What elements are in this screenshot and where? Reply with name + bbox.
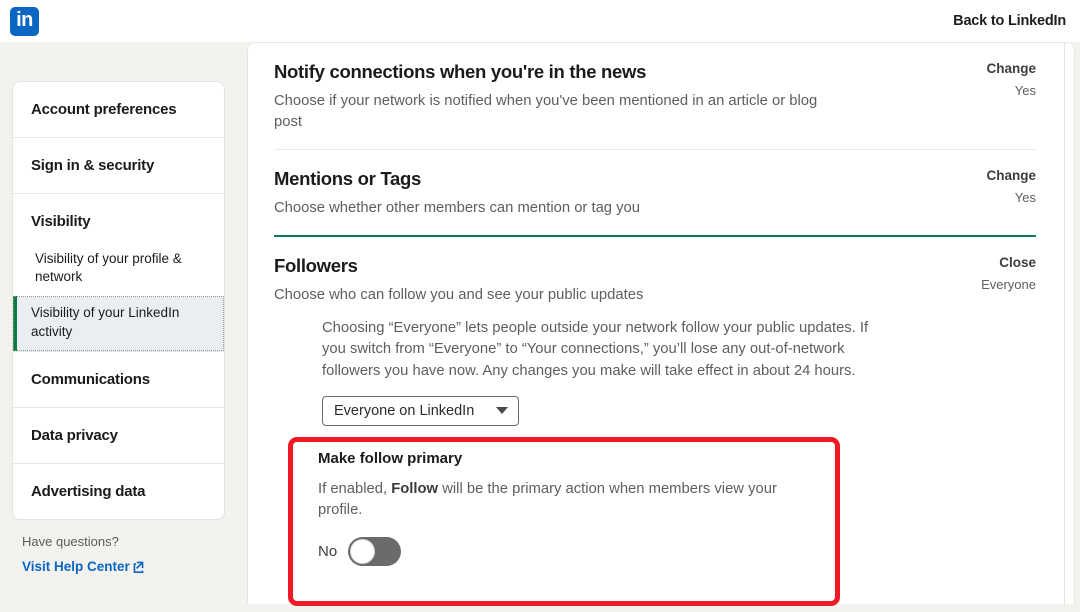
sidebar-item-visibility-linkedin-activity[interactable]: Visibility of your LinkedIn activity bbox=[13, 296, 224, 351]
followers-explanation: Choosing “Everyone” lets people outside … bbox=[322, 320, 869, 379]
back-to-linkedin-link[interactable]: Back to LinkedIn bbox=[953, 13, 1066, 29]
settings-page: in Back to LinkedIn Account preferences … bbox=[0, 0, 1080, 612]
sidebar-section-visibility: Visibility Visibility of your profile & … bbox=[13, 194, 224, 352]
sidebar-item-visibility-profile-network[interactable]: Visibility of your profile & network bbox=[13, 242, 224, 296]
sidebar-section-signin: Sign in & security bbox=[13, 138, 224, 194]
followers-expanded-panel: Choosing “Everyone” lets people outside … bbox=[274, 306, 1036, 426]
chevron-down-icon bbox=[496, 407, 509, 415]
toggle-state-label: No bbox=[318, 543, 338, 560]
followers-audience-selected-value: Everyone on LinkedIn bbox=[334, 402, 475, 419]
make-follow-primary-description: If enabled, Follow will be the primary a… bbox=[318, 479, 814, 521]
linkedin-logo-icon[interactable]: in bbox=[10, 6, 39, 36]
change-link[interactable]: Change bbox=[986, 61, 1036, 76]
toggle-knob bbox=[350, 539, 376, 564]
make-follow-primary-toggle[interactable] bbox=[348, 537, 402, 566]
settings-list: Notify connections when you're in the ne… bbox=[248, 43, 1066, 442]
setting-row-mentions-or-tags: Mentions or Tags Choose whether other me… bbox=[274, 150, 1036, 237]
sidebar-section-account: Account preferences bbox=[13, 82, 224, 138]
setting-value: Everyone bbox=[981, 277, 1036, 292]
sidebar-item-account-preferences[interactable]: Account preferences bbox=[13, 82, 224, 137]
setting-row-followers: Followers Choose who can follow you and … bbox=[274, 237, 1036, 442]
setting-title: Mentions or Tags bbox=[274, 168, 421, 189]
visit-help-center-label: Visit Help Center bbox=[22, 558, 130, 574]
make-follow-primary-title: Make follow primary bbox=[318, 450, 463, 467]
sidebar-item-data-privacy[interactable]: Data privacy bbox=[13, 408, 224, 463]
setting-row-notify-connections: Notify connections when you're in the ne… bbox=[274, 43, 1036, 150]
setting-title: Followers bbox=[274, 255, 358, 276]
setting-description: Choose who can follow you and see your p… bbox=[274, 287, 644, 303]
description-prefix: If enabled, bbox=[318, 481, 392, 497]
setting-title: Notify connections when you're in the ne… bbox=[274, 61, 647, 82]
description-emphasis: Follow bbox=[391, 481, 439, 497]
setting-value: Yes bbox=[1014, 83, 1036, 98]
setting-action-group: Change Yes bbox=[986, 168, 1036, 205]
content-scrollbar[interactable] bbox=[1064, 43, 1074, 604]
setting-description: Choose if your network is notified when … bbox=[274, 93, 818, 130]
sidebar-nav-card: Account preferences Sign in & security V… bbox=[12, 81, 225, 520]
sidebar-item-sign-in-security[interactable]: Sign in & security bbox=[13, 138, 224, 193]
sidebar: Account preferences Sign in & security V… bbox=[12, 81, 225, 576]
sidebar-item-advertising-data[interactable]: Advertising data bbox=[13, 464, 224, 519]
close-link[interactable]: Close bbox=[981, 255, 1036, 270]
external-link-icon bbox=[132, 560, 145, 573]
change-link[interactable]: Change bbox=[986, 168, 1036, 183]
make-follow-primary-toggle-group: No bbox=[318, 537, 818, 566]
top-bar: in Back to LinkedIn bbox=[0, 0, 1080, 42]
setting-action-group: Change Yes bbox=[986, 61, 1036, 98]
make-follow-primary-section: Make follow primary If enabled, Follow w… bbox=[318, 450, 818, 566]
have-questions-label: Have questions? bbox=[22, 533, 119, 549]
sidebar-section-advertising-data: Advertising data bbox=[13, 464, 224, 519]
visit-help-center-link[interactable]: Visit Help Center bbox=[22, 559, 145, 574]
followers-audience-select[interactable]: Everyone on LinkedIn bbox=[322, 395, 520, 426]
sidebar-footer: Have questions? Visit Help Center bbox=[12, 520, 225, 576]
sidebar-item-communications[interactable]: Communications bbox=[13, 352, 224, 407]
setting-action-group: Close Everyone bbox=[981, 255, 1036, 292]
sidebar-section-data-privacy: Data privacy bbox=[13, 408, 224, 464]
sidebar-item-visibility[interactable]: Visibility bbox=[13, 194, 224, 242]
setting-description: Choose whether other members can mention… bbox=[274, 200, 641, 216]
sidebar-section-communications: Communications bbox=[13, 352, 224, 408]
setting-value: Yes bbox=[1014, 190, 1036, 205]
